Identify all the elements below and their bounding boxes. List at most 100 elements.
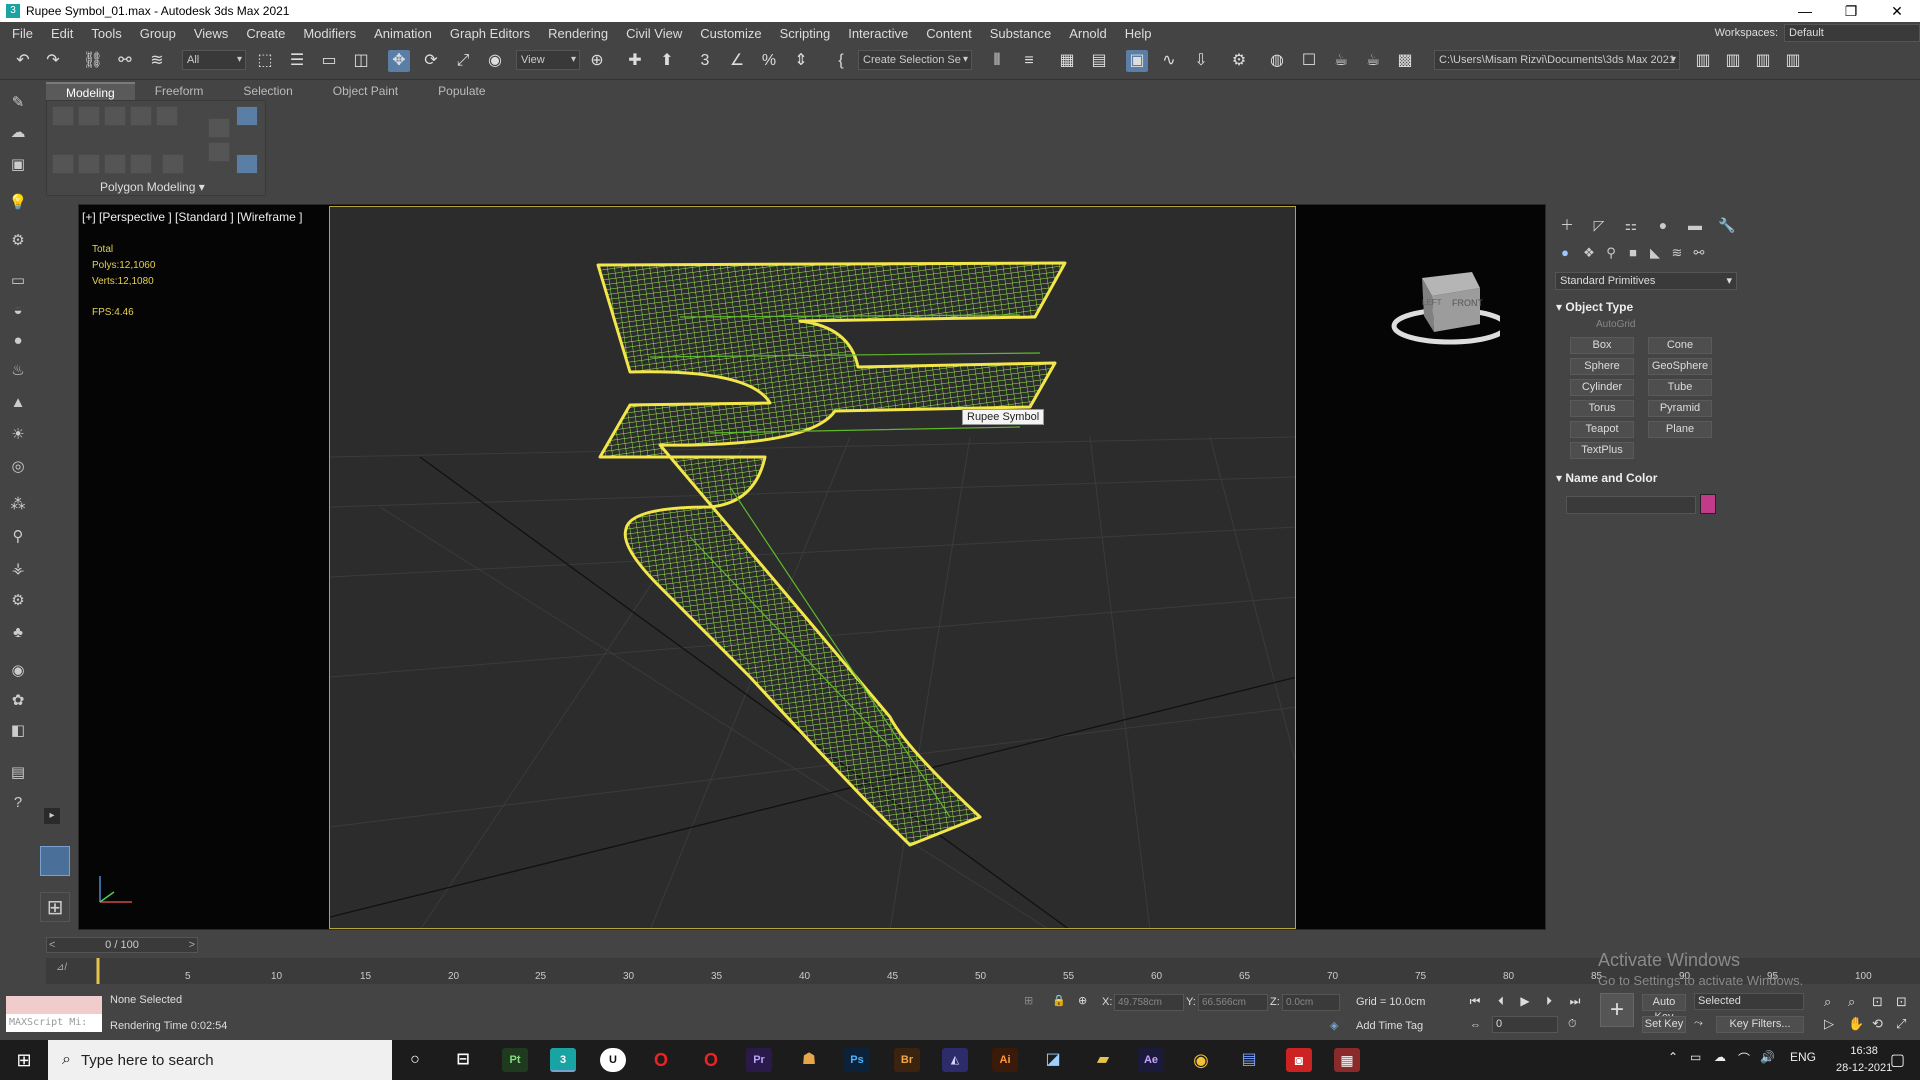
tray-network-icon[interactable]: ▭: [1690, 1050, 1701, 1064]
taskbar-app-premiere[interactable]: Pr: [746, 1048, 772, 1072]
camera-icon[interactable]: ⚙: [6, 230, 30, 252]
polygon-modeling-label[interactable]: Polygon Modeling ▾: [100, 180, 205, 194]
menu-arnold[interactable]: Arnold: [1060, 26, 1116, 41]
object-category-dropdown[interactable]: Standard Primitives: [1555, 272, 1737, 290]
tray-cloud-icon[interactable]: ☁: [1714, 1050, 1726, 1064]
ribbon-tool-5-button[interactable]: [162, 154, 184, 174]
dope-sheet-icon[interactable]: ⇩: [1190, 50, 1212, 72]
y-coordinate-field[interactable]: 66.566cm: [1198, 994, 1268, 1011]
torus-button[interactable]: Torus: [1570, 400, 1634, 417]
menu-graph-editors[interactable]: Graph Editors: [441, 26, 539, 41]
set-key-plus-button[interactable]: +: [1600, 993, 1634, 1027]
ribbon-modify-button[interactable]: [208, 118, 230, 138]
select-object-icon[interactable]: ⬚: [254, 50, 276, 72]
hierarchy-tab-icon[interactable]: ⚏: [1620, 216, 1642, 234]
cone-icon[interactable]: ▲: [6, 392, 30, 414]
menu-civil-view[interactable]: Civil View: [617, 26, 691, 41]
reference-coord-dropdown[interactable]: View: [516, 50, 580, 70]
zoom-all-icon[interactable]: ⌕: [1848, 994, 1855, 1010]
quad-viewport-icon[interactable]: ⊞: [40, 892, 70, 922]
box-button[interactable]: Box: [1570, 337, 1634, 354]
tab-populate[interactable]: Populate: [418, 82, 505, 100]
teapot-icon[interactable]: ♨: [6, 360, 30, 382]
auto-key-button[interactable]: Auto Key: [1642, 994, 1686, 1023]
ribbon-toggle-icon[interactable]: ▣: [1126, 50, 1148, 72]
pan-icon[interactable]: ✋: [1848, 1016, 1864, 1032]
gear-icon[interactable]: ⚙: [6, 590, 30, 612]
render-activeshade-icon[interactable]: ▩: [1394, 50, 1416, 72]
project-folder-dropdown[interactable]: C:\Users\Misam Rizvi\Documents\3ds Max 2…: [1434, 50, 1680, 70]
rotate-icon[interactable]: ⟳: [420, 50, 442, 72]
move-icon[interactable]: ✥: [388, 50, 410, 72]
close-button[interactable]: ✕: [1874, 0, 1920, 22]
taskbar-app-archive-icon[interactable]: ▦: [1334, 1048, 1360, 1072]
time-config-icon[interactable]: ⏱: [1568, 1018, 1577, 1031]
menu-scripting[interactable]: Scripting: [771, 26, 840, 41]
percent-snap-icon[interactable]: %: [758, 50, 780, 72]
utilities-tab-icon[interactable]: 🔧: [1716, 216, 1738, 234]
tab-modeling[interactable]: Modeling: [46, 82, 135, 100]
tray-chevron-icon[interactable]: ⌃: [1668, 1050, 1678, 1064]
menu-rendering[interactable]: Rendering: [539, 26, 617, 41]
cone-button[interactable]: Cone: [1648, 337, 1712, 354]
viewport-label[interactable]: [+] [Perspective ] [Standard ] [Wirefram…: [82, 210, 302, 224]
taskbar-app-document-icon[interactable]: ▤: [1236, 1048, 1262, 1072]
select-manipulate-icon[interactable]: ✚: [624, 50, 646, 72]
box-primitive-icon[interactable]: ▭: [6, 270, 30, 292]
taskbar-app-opera[interactable]: O: [648, 1048, 674, 1072]
minimize-button[interactable]: —: [1782, 0, 1828, 22]
teapot-button[interactable]: Teapot: [1570, 421, 1634, 438]
menu-animation[interactable]: Animation: [365, 26, 441, 41]
maxscript-output[interactable]: [6, 996, 102, 1014]
textplus-button[interactable]: TextPlus: [1570, 442, 1634, 459]
viewcube-front-label[interactable]: FRONT: [1452, 298, 1483, 308]
layer-explorer-icon[interactable]: ▤: [1088, 50, 1110, 72]
sun-icon[interactable]: ☀: [6, 424, 30, 446]
angle-snap-icon[interactable]: ∠: [726, 50, 748, 72]
taskbar-app-opera-gx[interactable]: O: [698, 1048, 724, 1072]
lock-selection-icon[interactable]: 🔒: [1052, 994, 1066, 1007]
tube-button[interactable]: Tube: [1648, 379, 1712, 396]
align-icon[interactable]: ≡: [1018, 50, 1040, 72]
selection-filter-dropdown[interactable]: All: [182, 50, 246, 70]
workspaces-selector[interactable]: Workspaces: Default: [1715, 22, 1920, 44]
maxscript-input[interactable]: MAXScript Mi:: [6, 1014, 102, 1032]
project-icon-4[interactable]: ▥: [1782, 50, 1804, 72]
taskbar-app-photoshop[interactable]: Ps: [844, 1048, 870, 1072]
ribbon-edge-button[interactable]: [78, 106, 100, 126]
ribbon-pin-button[interactable]: [236, 106, 258, 126]
tab-object-paint[interactable]: Object Paint: [313, 82, 418, 100]
zoom-extents-icon[interactable]: ⊡: [1872, 994, 1883, 1010]
zoom-icon[interactable]: ⌕: [1824, 994, 1831, 1010]
cylinder-button[interactable]: Cylinder: [1570, 379, 1634, 396]
menu-edit[interactable]: Edit: [42, 26, 82, 41]
expand-arrow-icon[interactable]: ▸: [44, 808, 60, 824]
menu-help[interactable]: Help: [1116, 26, 1161, 41]
notification-icon[interactable]: ▢: [1890, 1050, 1905, 1070]
cameras-icon[interactable]: ■: [1624, 244, 1642, 262]
play-icon[interactable]: ▶: [1516, 992, 1534, 1010]
rect-selection-icon[interactable]: ▭: [318, 50, 340, 72]
pyramid-button[interactable]: Pyramid: [1648, 400, 1712, 417]
edit-named-selection-icon[interactable]: {: [830, 50, 852, 72]
timeline-mini-curve-icon[interactable]: ⊿/: [56, 962, 67, 973]
field-of-view-icon[interactable]: ▷: [1824, 1016, 1834, 1032]
go-to-start-icon[interactable]: ⏮: [1466, 992, 1484, 1010]
schematic-view-icon[interactable]: ⚙: [1228, 50, 1250, 72]
next-frame-icon[interactable]: ⏵: [1540, 992, 1558, 1010]
project-icon-2[interactable]: ▥: [1722, 50, 1744, 72]
bind-spacewarp-icon[interactable]: ≋: [146, 50, 168, 72]
task-view-icon[interactable]: ⊟: [450, 1048, 476, 1072]
ribbon-polygon-button[interactable]: [130, 106, 152, 126]
systems-icon[interactable]: ⚯: [1690, 244, 1708, 262]
unlink-icon[interactable]: ⚯: [114, 50, 136, 72]
taskbar-search[interactable]: ⌕ Type here to search: [48, 1040, 392, 1080]
pivot-center-icon[interactable]: ⊕: [586, 50, 608, 72]
menu-create[interactable]: Create: [237, 26, 294, 41]
place-icon[interactable]: ◉: [484, 50, 506, 72]
object-name-field[interactable]: [1566, 496, 1696, 514]
bones-icon[interactable]: ⚲: [6, 526, 30, 548]
workspaces-dropdown[interactable]: Default: [1784, 24, 1920, 42]
tab-selection[interactable]: Selection: [223, 82, 312, 100]
menu-content[interactable]: Content: [917, 26, 981, 41]
